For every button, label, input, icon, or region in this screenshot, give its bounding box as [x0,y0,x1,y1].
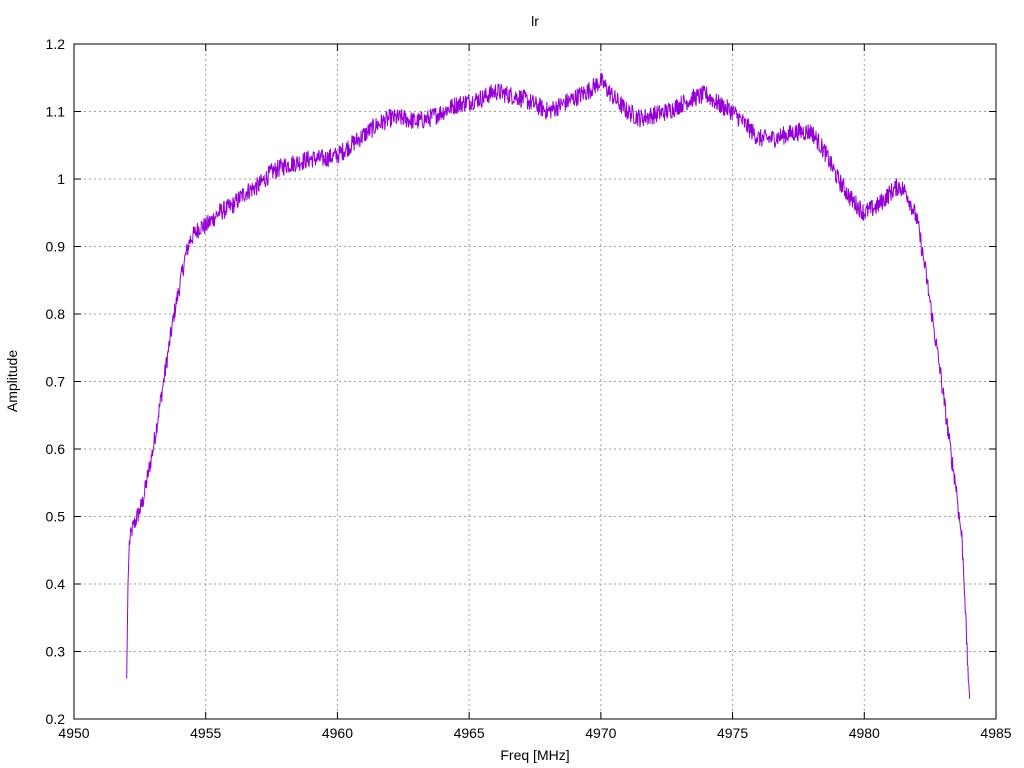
chart-title: lr [531,13,539,29]
x-tick-label: 4955 [190,725,221,741]
y-axis-title: Amplitude [4,350,20,412]
y-tick-label: 0.4 [46,576,66,592]
y-tick-label: 1.1 [46,104,66,120]
x-tick-label: 4980 [849,725,880,741]
y-tick-label: 0.7 [46,374,66,390]
y-tick-label: 1 [57,171,65,187]
y-tick-label: 0.6 [46,441,66,457]
x-tick-label: 4965 [454,725,485,741]
y-tick-label: 0.3 [46,644,66,660]
y-tick-label: 0.9 [46,239,66,255]
line-chart: lr 4950 4955 4960 4965 4970 4975 4980 4985 0.2 0… [4,13,1012,763]
y-tick-label: 0.5 [46,509,66,525]
x-axis-title: Freq [MHz] [500,747,569,763]
x-tick-label: 4950 [58,725,89,741]
y-tick-label: 0.2 [46,711,66,727]
y-tick-label: 1.2 [46,36,66,52]
series-line [126,72,971,699]
x-tick-label: 4960 [322,725,353,741]
x-tick-label: 4985 [980,725,1011,741]
series-group [126,72,971,699]
grid [74,44,996,719]
x-tick-label: 4970 [585,725,616,741]
y-tick-label: 0.8 [46,306,66,322]
x-tick-label: 4975 [717,725,748,741]
x-axis: 4950 4955 4960 4965 4970 4975 4980 4985 [58,44,1012,741]
